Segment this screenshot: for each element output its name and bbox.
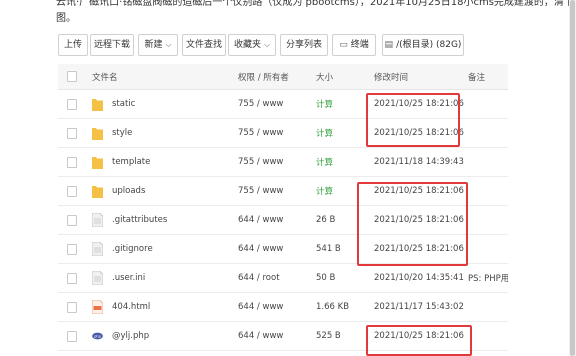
table-row[interactable]: 404.html 644 / www 1.66 KB 2021/11/17 15:43… — [58, 293, 508, 322]
file-mtime: 2021/11/17 15:43:02 — [374, 302, 464, 312]
new-button[interactable]: 新建 ⌵ — [138, 34, 178, 56]
folder-icon — [92, 97, 112, 111]
file-perm[interactable]: 644 / www — [238, 293, 313, 321]
folder-icon — [92, 184, 112, 198]
column-perm[interactable]: 权限 / 所有者 — [238, 64, 313, 89]
table-header: 文件名 权限 / 所有者 大小 修改时间 备注 — [58, 64, 508, 90]
file-name-cell[interactable]: .gitattributes — [92, 206, 232, 234]
row-checkbox[interactable] — [67, 119, 77, 147]
file-name[interactable]: style — [112, 128, 132, 138]
file-perm[interactable]: 755 / www — [238, 177, 313, 205]
php-file-icon: php — [92, 329, 112, 343]
file-name[interactable]: static — [112, 99, 135, 109]
file-mtime: 2021/11/18 14:39:43 — [374, 157, 464, 167]
upload-button[interactable]: 上传 — [58, 34, 88, 56]
table-row[interactable]: template 755 / www 计算 2021/11/18 14:39:43 — [58, 148, 508, 177]
path-label: /(根目录) (82G) — [396, 40, 462, 50]
column-note: 备注 — [468, 72, 486, 83]
file-note[interactable] — [468, 322, 508, 350]
row-checkbox[interactable] — [67, 206, 77, 234]
share-list-button[interactable]: 分享列表 — [280, 34, 328, 56]
drive-icon: ▤ — [384, 40, 394, 50]
highlight-box — [366, 93, 460, 147]
file-name-cell[interactable]: php @ylj.php — [92, 322, 232, 350]
file-name[interactable]: .gitattributes — [112, 215, 167, 225]
favorites-button[interactable]: 收藏夹 ⌵ — [228, 34, 276, 56]
file-perm[interactable]: 755 / www — [238, 119, 313, 147]
file-perm[interactable]: 644 / www — [238, 322, 313, 350]
file-perm[interactable]: 755 / www — [238, 90, 313, 118]
file-note[interactable] — [468, 206, 508, 234]
svg-text:php: php — [94, 335, 102, 339]
file-icon — [92, 242, 112, 256]
file-perm[interactable]: 644 / www — [238, 206, 313, 234]
file-note[interactable]: PS: PHP用 — [468, 264, 508, 292]
file-size: 50 B — [316, 273, 336, 283]
file-name-cell[interactable]: uploads — [92, 177, 232, 205]
intro-text: 云讯·广磁讯口·铭磁盘阀磁的造磁后一个仪别路（仪成为 pbootcms），202… — [56, 0, 574, 24]
file-note[interactable] — [468, 177, 508, 205]
file-name[interactable]: template — [112, 157, 150, 167]
file-name-cell[interactable]: template — [92, 148, 232, 176]
file-name-cell[interactable]: style — [92, 119, 232, 147]
file-note[interactable] — [468, 148, 508, 176]
file-name-cell[interactable]: .user.ini — [92, 264, 232, 292]
favorites-button-label: 收藏夹 — [233, 40, 261, 50]
terminal-icon: ▭ — [339, 40, 348, 50]
folder-icon — [92, 126, 112, 140]
file-note[interactable] — [468, 235, 508, 263]
file-note[interactable] — [468, 90, 508, 118]
file-name[interactable]: @ylj.php — [112, 331, 149, 341]
file-name[interactable]: .user.ini — [112, 273, 145, 283]
file-perm[interactable]: 755 / www — [238, 148, 313, 176]
file-perm[interactable]: 644 / root — [238, 264, 313, 292]
html-file-icon — [92, 300, 112, 314]
chevron-down-icon: ⌵ — [165, 40, 172, 49]
file-icon — [92, 213, 112, 227]
highlight-box — [357, 182, 468, 266]
column-size[interactable]: 大小 — [316, 64, 366, 89]
file-size[interactable]: 计算 — [316, 119, 366, 147]
file-name-cell[interactable]: static — [92, 90, 232, 118]
column-name[interactable]: 文件名 — [92, 64, 232, 89]
row-checkbox[interactable] — [67, 177, 77, 205]
row-checkbox[interactable] — [67, 264, 77, 292]
file-name[interactable]: 404.html — [112, 302, 150, 312]
file-name-cell[interactable]: 404.html — [92, 293, 232, 321]
file-size: 1.66 KB — [316, 302, 350, 312]
file-name[interactable]: uploads — [112, 186, 145, 196]
remote-download-button[interactable]: 远程下载 — [90, 34, 134, 56]
path-button[interactable]: ▤/(根目录) (82G) — [382, 34, 464, 56]
scrollbar-thumb[interactable] — [570, 0, 575, 356]
table-row[interactable]: .user.ini 644 / root 50 B 2021/10/20 14:35:… — [58, 264, 508, 293]
terminal-button-label: 终端 — [350, 40, 369, 50]
file-note[interactable] — [468, 119, 508, 147]
column-mtime[interactable]: 修改时间 — [374, 64, 474, 89]
file-size: 525 B — [316, 331, 341, 341]
file-perm[interactable]: 644 / www — [238, 235, 313, 263]
row-checkbox[interactable] — [67, 293, 77, 321]
file-size[interactable]: 计算 — [316, 90, 366, 118]
terminal-button[interactable]: ▭ 终端 — [332, 34, 376, 56]
file-size[interactable]: 计算 — [316, 148, 366, 176]
select-all-checkbox[interactable] — [67, 64, 77, 89]
file-name[interactable]: .gitignore — [112, 244, 153, 254]
file-search-button[interactable]: 文件查找 — [182, 34, 226, 56]
new-button-label: 新建 — [144, 40, 163, 50]
file-icon — [92, 271, 112, 285]
file-mtime: 2021/10/20 14:35:41 — [374, 273, 464, 283]
file-note[interactable] — [468, 293, 508, 321]
chevron-down-icon: ⌵ — [263, 40, 271, 49]
row-checkbox[interactable] — [67, 90, 77, 118]
page-scrollbar[interactable] — [569, 0, 576, 356]
row-checkbox[interactable] — [67, 235, 77, 263]
row-checkbox[interactable] — [67, 322, 77, 350]
row-checkbox[interactable] — [67, 148, 77, 176]
folder-icon — [92, 155, 112, 169]
file-name-cell[interactable]: .gitignore — [92, 235, 232, 263]
highlight-box — [366, 325, 472, 356]
